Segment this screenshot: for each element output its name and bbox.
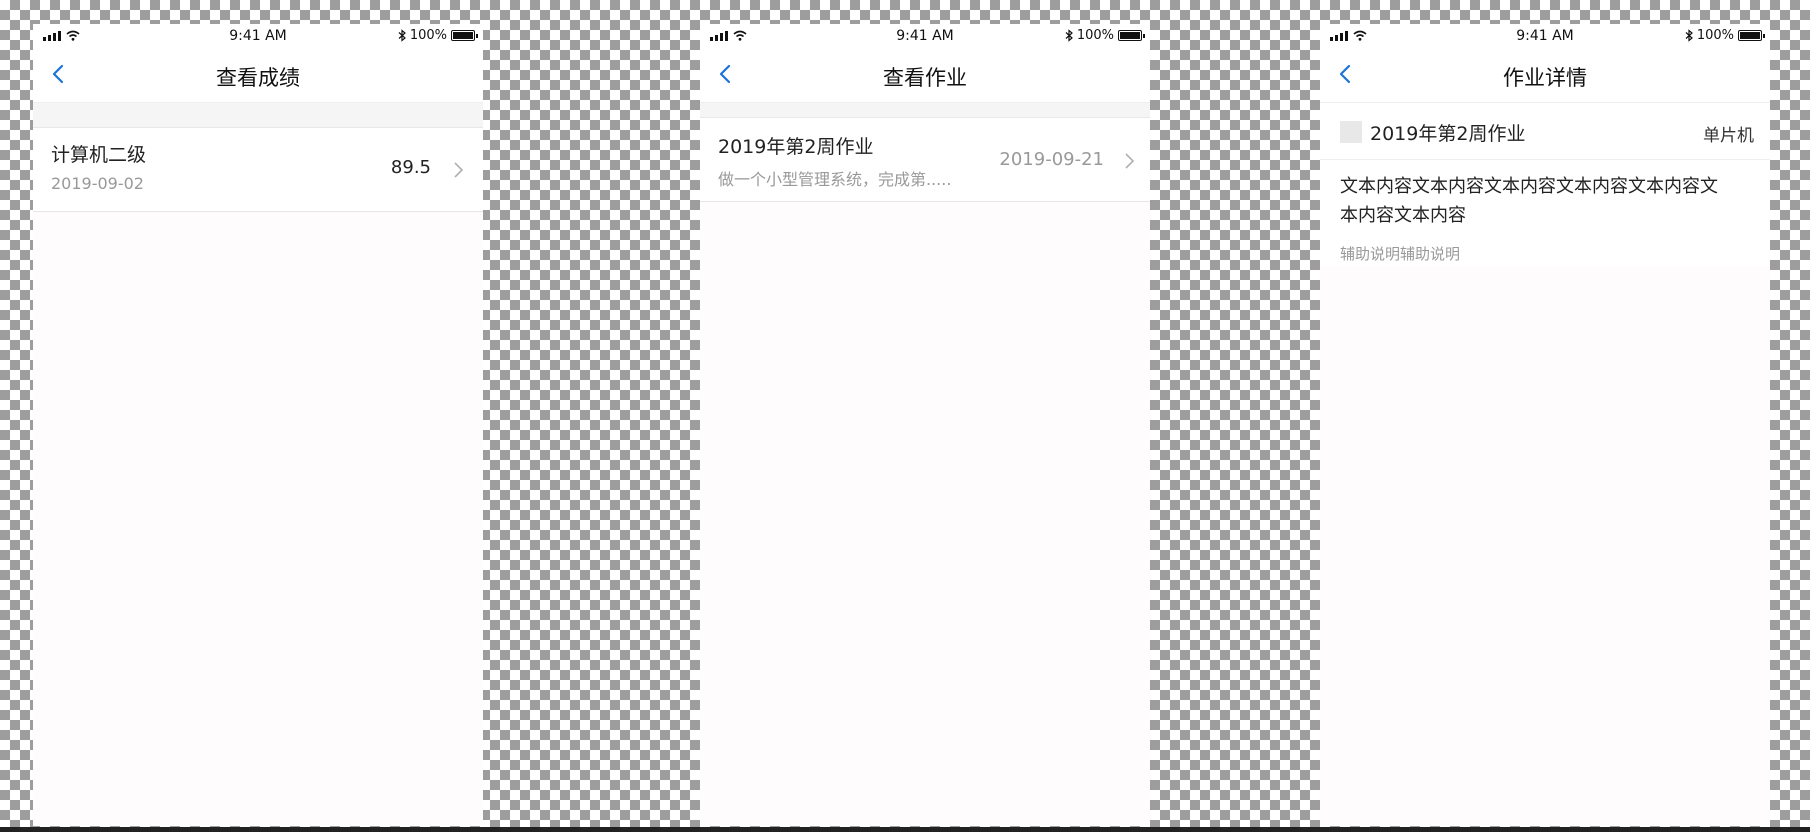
- score-value: 89.5: [390, 157, 431, 178]
- chevron-right-icon: [1125, 153, 1135, 169]
- homework-date: 2019-09-21: [999, 149, 1104, 170]
- screen-homework-list: 9:41 AM 100% 查看作业 2019年第2周作业 做一个小型管理系统，完…: [700, 24, 1150, 826]
- status-bar: 9:41 AM 100%: [1320, 24, 1770, 48]
- page-title: 查看成绩: [216, 66, 300, 90]
- nav-bar: 作业详情: [1320, 48, 1770, 103]
- content-area: 2019年第2周作业 单片机 文本内容文本内容文本内容文本内容文本内容文本内容文…: [1320, 103, 1770, 826]
- chevron-right-icon: [454, 162, 464, 178]
- detail-header: 2019年第2周作业 单片机: [1320, 103, 1770, 160]
- detail-body: 文本内容文本内容文本内容文本内容文本内容文本内容文本内容 辅助说明辅助说明: [1320, 160, 1770, 266]
- battery-icon: [451, 30, 478, 41]
- status-bar: 9:41 AM 100%: [33, 24, 483, 48]
- detail-content: 文本内容文本内容文本内容文本内容文本内容文本内容文本内容: [1340, 176, 1718, 226]
- battery-percent: 100%: [1696, 28, 1734, 43]
- bluetooth-icon: [398, 29, 406, 42]
- status-right: 100%: [1065, 28, 1145, 43]
- bluetooth-icon: [1685, 29, 1693, 42]
- content-area: 计算机二级 2019-09-02 89.5: [33, 103, 483, 826]
- battery-icon: [1738, 30, 1765, 41]
- bottom-strip: [0, 827, 1810, 832]
- content-area: 2019年第2周作业 做一个小型管理系统，完成第..... 2019-09-21: [700, 103, 1150, 826]
- nav-bar: 查看作业: [700, 48, 1150, 103]
- exam-date: 2019-09-02: [51, 174, 144, 193]
- screen-grades: 9:41 AM 100% 查看成绩 计算机二级 2019-09-02 89.5: [33, 24, 483, 826]
- battery-percent: 100%: [409, 28, 447, 43]
- page-title: 作业详情: [1503, 66, 1587, 90]
- battery-icon: [1118, 30, 1145, 41]
- status-right: 100%: [398, 28, 478, 43]
- nav-bar: 查看成绩: [33, 48, 483, 103]
- grade-list-item[interactable]: 计算机二级 2019-09-02 89.5: [33, 128, 483, 212]
- section-gap: [33, 103, 483, 128]
- document-icon: [1340, 121, 1362, 143]
- detail-note: 辅助说明辅助说明: [1340, 245, 1461, 263]
- battery-percent: 100%: [1076, 28, 1114, 43]
- homework-title: 2019年第2周作业: [718, 136, 874, 158]
- section-gap: [700, 103, 1150, 118]
- status-bar: 9:41 AM 100%: [700, 24, 1150, 48]
- page-title: 查看作业: [883, 66, 967, 90]
- homework-summary: 做一个小型管理系统，完成第.....: [718, 170, 952, 189]
- course-tag: 单片机: [1703, 126, 1754, 146]
- homework-list-item[interactable]: 2019年第2周作业 做一个小型管理系统，完成第..... 2019-09-21: [700, 118, 1150, 202]
- course-name: 计算机二级: [51, 144, 147, 166]
- status-right: 100%: [1685, 28, 1765, 43]
- detail-title: 2019年第2周作业: [1370, 123, 1526, 145]
- screen-homework-detail: 9:41 AM 100% 作业详情 2019年第2周作业 单片机 文本内容文本内…: [1320, 24, 1770, 826]
- bluetooth-icon: [1065, 29, 1073, 42]
